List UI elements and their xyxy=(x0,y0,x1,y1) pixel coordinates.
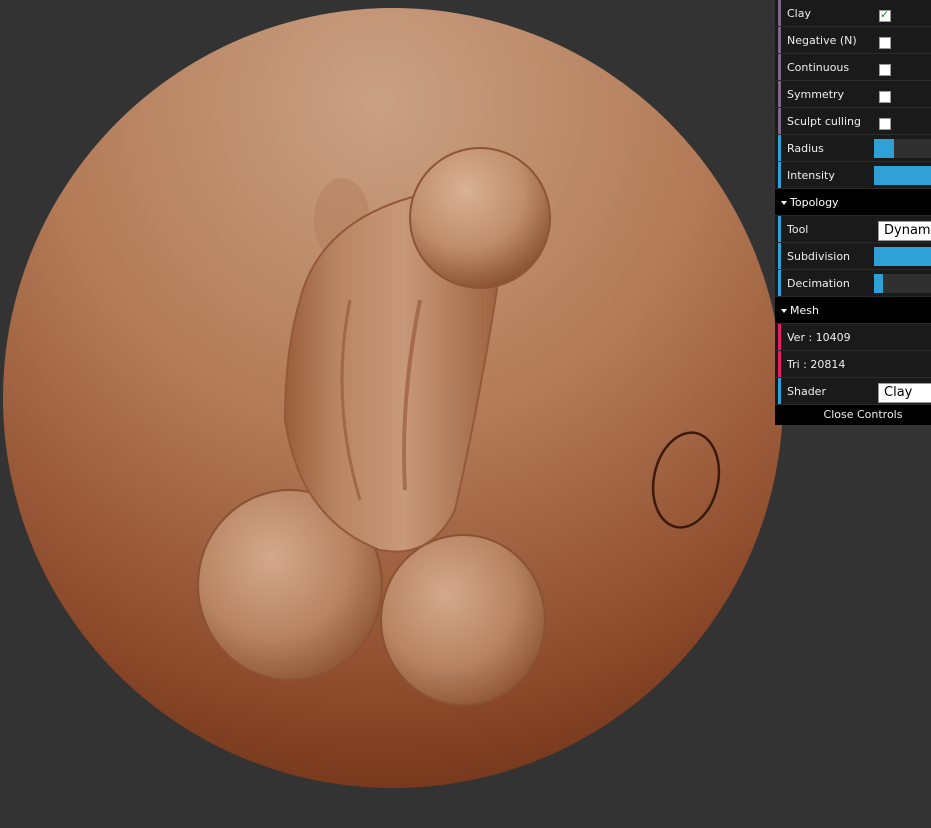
tool-select[interactable]: Dynamic xyxy=(878,221,931,241)
shader-select[interactable]: Clay xyxy=(878,383,931,403)
subdivision-label: Subdivision xyxy=(787,250,851,263)
vertex-count-row: Ver : 10409 xyxy=(775,324,931,351)
topology-folder-toggle[interactable]: Topology xyxy=(775,189,931,216)
symmetry-label: Symmetry xyxy=(787,88,845,101)
decimation-row: Decimation xyxy=(775,270,931,297)
symmetry-checkbox[interactable] xyxy=(879,91,891,103)
clay-label: Clay xyxy=(787,7,811,20)
topology-folder-label: Topology xyxy=(790,196,839,209)
radius-slider[interactable] xyxy=(874,139,931,158)
tool-label: Tool xyxy=(787,223,809,236)
continuous-toggle-row[interactable]: Continuous xyxy=(775,54,931,81)
triangle-count: Tri : 20814 xyxy=(787,358,846,371)
continuous-label: Continuous xyxy=(787,61,850,74)
decimation-slider[interactable] xyxy=(874,274,931,293)
subdivision-slider-fill xyxy=(874,247,931,266)
intensity-row: Intensity xyxy=(775,162,931,189)
topology-tool-row: Tool Dynamic xyxy=(775,216,931,243)
continuous-checkbox[interactable] xyxy=(879,64,891,76)
intensity-slider[interactable] xyxy=(874,166,931,185)
clay-toggle-row[interactable]: Clay ✓ xyxy=(775,0,931,27)
triangle-count-row: Tri : 20814 xyxy=(775,351,931,378)
negative-toggle-row[interactable]: Negative (N) xyxy=(775,27,931,54)
check-icon: ✓ xyxy=(880,8,890,21)
mesh-folder-label: Mesh xyxy=(790,304,819,317)
sculpted-head xyxy=(409,147,551,289)
shader-label: Shader xyxy=(787,385,826,398)
radius-label: Radius xyxy=(787,142,824,155)
subdivision-row: Subdivision xyxy=(775,243,931,270)
intensity-slider-fill xyxy=(874,166,931,185)
close-controls-button[interactable]: Close Controls xyxy=(775,405,931,425)
negative-checkbox[interactable] xyxy=(879,37,891,49)
symmetry-toggle-row[interactable]: Symmetry xyxy=(775,81,931,108)
shader-row: Shader Clay xyxy=(775,378,931,405)
intensity-label: Intensity xyxy=(787,169,835,182)
triangle-down-icon xyxy=(781,201,787,205)
decimation-label: Decimation xyxy=(787,277,850,290)
sculpted-right-lobe xyxy=(380,534,546,706)
radius-row: Radius xyxy=(775,135,931,162)
mesh-folder-toggle[interactable]: Mesh xyxy=(775,297,931,324)
subdivision-slider[interactable] xyxy=(874,247,931,266)
clay-checkbox[interactable]: ✓ xyxy=(879,8,891,22)
culling-label: Sculpt culling xyxy=(787,115,861,128)
decimation-slider-fill xyxy=(874,274,883,293)
culling-checkbox[interactable] xyxy=(879,118,891,130)
negative-label: Negative (N) xyxy=(787,34,857,47)
controls-panel: Clay ✓ Negative (N) Continuous Symmetry … xyxy=(775,0,931,425)
radius-slider-fill xyxy=(874,139,894,158)
vertex-count: Ver : 10409 xyxy=(787,331,851,344)
triangle-down-icon xyxy=(781,309,787,313)
culling-toggle-row[interactable]: Sculpt culling xyxy=(775,108,931,135)
